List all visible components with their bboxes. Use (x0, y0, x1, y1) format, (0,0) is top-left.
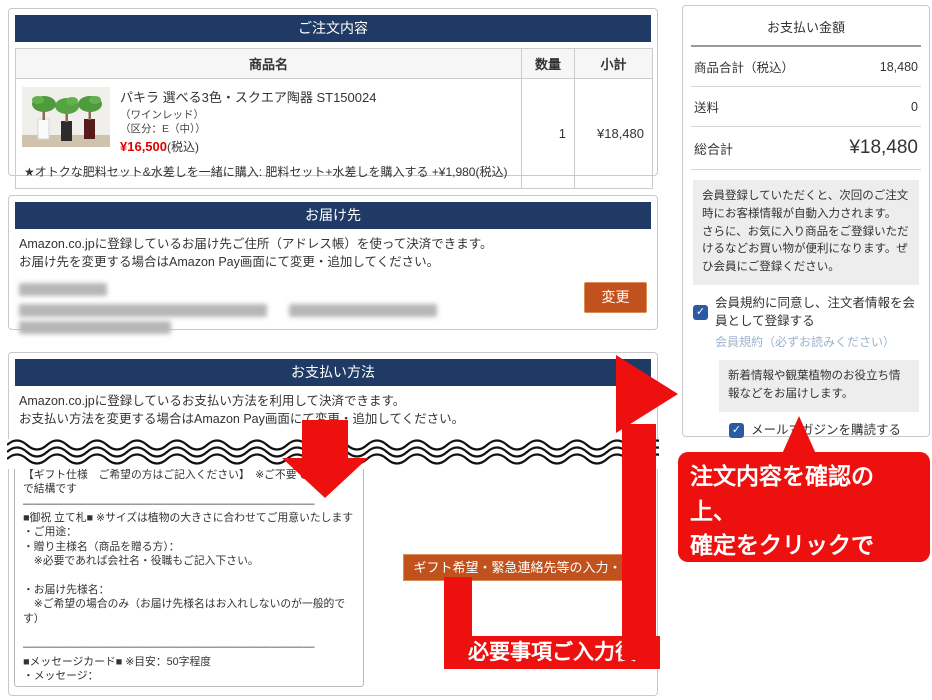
payment-info-line1: Amazon.co.jpに登録しているお支払い方法を利用して決済できます。 (19, 392, 647, 410)
confirm-note-pointer-icon (782, 416, 816, 454)
shipping-row: 送料 0 (691, 87, 921, 127)
redacted-address-3 (19, 321, 171, 334)
gift-emergency-contact-button[interactable]: ギフト希望・緊急連絡先等の入力・変 (403, 554, 645, 581)
confirm-note-annotation: 注文内容を確認の上、 確定をクリックで 注文完了 (678, 452, 930, 562)
product-info: パキラ 選べる3色・スクエア陶器 ST150024 （ワインレッド） （区分：E… (120, 87, 376, 155)
payment-amount-title: お支払い金額 (691, 6, 921, 47)
product-price-line: ¥16,500(税込) (120, 138, 376, 155)
shipping-value: 0 (911, 100, 918, 114)
terms-link[interactable]: 会員規約（必ずお読みください） (715, 333, 919, 350)
red-right-arrow-head-icon (616, 355, 678, 433)
payment-amount-panel: お支払い金額 商品合計（税込） 18,480 送料 0 総合計 ¥18,480 … (682, 5, 930, 437)
newsletter-checkbox-row[interactable]: ✓ メールマガジンを購読する (729, 422, 919, 440)
newsletter-info: 新着情報や観葉植物のお役立ち情報などをお届けします。 (719, 360, 919, 412)
order-contents-panel: ご注文内容 商品名 数量 小計 (8, 8, 658, 176)
redacted-address-1 (19, 304, 267, 317)
newsletter-checkbox-label: メールマガジンを購読する (751, 422, 901, 440)
product-option-note: ★オトクな肥料セット&水差しを一緒に購入: 肥料セット+水差しを購入する +¥1… (24, 163, 515, 180)
register-checkbox[interactable]: ✓ (693, 305, 708, 320)
order-table: 商品名 数量 小計 (15, 48, 653, 189)
register-checkbox-label: 会員規約に同意し、注文者情報を会員として登録する (715, 295, 919, 330)
col-header-subtotal: 小計 (575, 49, 653, 79)
total-label: 総合計 (694, 139, 733, 158)
delivery-address-redacted (19, 283, 647, 334)
red-connector-bar-right (622, 424, 656, 660)
product-price: ¥16,500 (120, 139, 167, 154)
product-variant: （ワインレッド） (120, 108, 376, 122)
register-checkbox-row[interactable]: ✓ 会員規約に同意し、注文者情報を会員として登録する (693, 295, 919, 330)
redacted-name (19, 283, 107, 296)
total-value: ¥18,480 (849, 137, 918, 159)
payment-method-title: お支払い方法 (15, 359, 651, 386)
product-subtotal: ¥18,480 (575, 79, 653, 189)
delivery-address-title: お届け先 (15, 202, 651, 229)
member-registration-info: 会員登録していただくと、次回のご注文時にお客様情報が自動入力されます。 さらに、… (693, 180, 919, 285)
order-contents-title: ご注文内容 (15, 15, 651, 42)
subtotal-label: 商品合計（税込） (694, 57, 794, 76)
total-row: 総合計 ¥18,480 (691, 127, 921, 170)
delivery-info-line1: Amazon.co.jpに登録しているお届け先ご住所（アドレス帳）を使って決済で… (19, 235, 647, 253)
product-name: パキラ 選べる3色・スクエア陶器 ST150024 (120, 87, 376, 106)
col-header-product: 商品名 (16, 49, 522, 79)
subtotal-row: 商品合計（税込） 18,480 (691, 47, 921, 87)
col-header-quantity: 数量 (522, 49, 575, 79)
order-table-product-row: パキラ 選べる3色・スクエア陶器 ST150024 （ワインレッド） （区分：E… (16, 79, 653, 189)
product-thumbnail (22, 87, 110, 147)
product-category: （区分：E（中）） (120, 122, 376, 136)
red-down-arrow-head-icon (282, 458, 368, 498)
product-cell: パキラ 選べる3色・スクエア陶器 ST150024 （ワインレッド） （区分：E… (16, 79, 522, 189)
red-down-arrow-shaft (302, 420, 348, 460)
shipping-label: 送料 (694, 97, 719, 116)
product-price-note: (税込) (167, 140, 199, 154)
delivery-info-line2: お届け先を変更する場合はAmazon Pay画面にて変更・追加してください。 (19, 253, 647, 271)
order-table-header-row: 商品名 数量 小計 (16, 49, 653, 79)
red-connector-bar-gift (444, 577, 472, 641)
delivery-address-panel: お届け先 Amazon.co.jpに登録しているお届け先ご住所（アドレス帳）を使… (8, 195, 658, 330)
product-quantity: 1 (522, 79, 575, 189)
redacted-address-2 (289, 304, 437, 317)
newsletter-checkbox[interactable]: ✓ (729, 423, 744, 438)
subtotal-value: 18,480 (880, 60, 918, 74)
change-address-button[interactable]: 変更 (584, 282, 647, 313)
